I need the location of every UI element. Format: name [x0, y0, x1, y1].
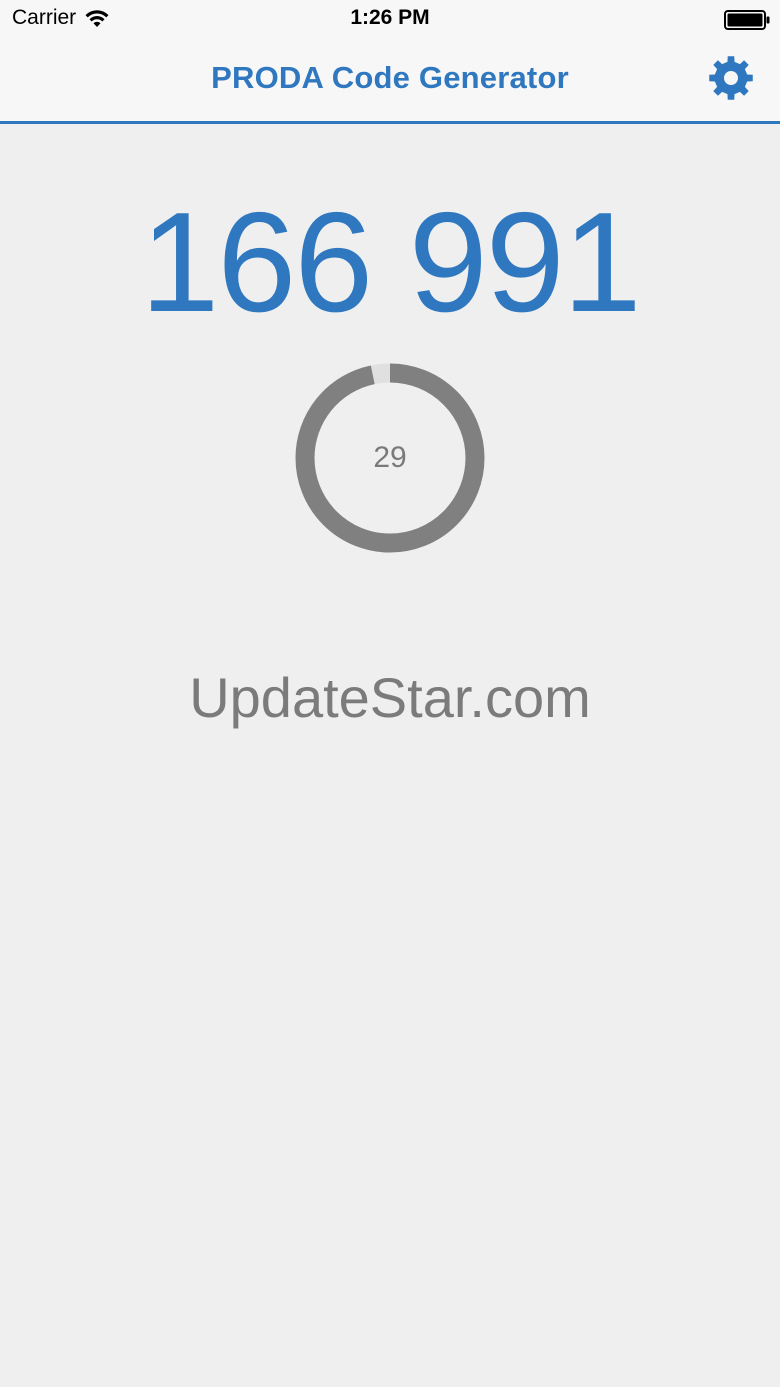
gear-hole: [724, 71, 738, 85]
generated-code: 166 991: [140, 183, 641, 342]
watermark-brand: UpdateStar.com: [189, 666, 591, 729]
page-title: PRODA Code Generator: [211, 60, 569, 95]
battery-icon: [724, 10, 770, 30]
settings-gear-icon[interactable]: [708, 55, 754, 101]
status-bar: Carrier 1:26 PM: [0, 0, 780, 40]
nav-divider: [0, 121, 780, 124]
countdown-seconds: 29: [373, 441, 407, 474]
status-time: 1:26 PM: [350, 6, 430, 29]
navigation-bar: Carrier 1:26 PM PRODA Code Generator: [0, 0, 780, 124]
